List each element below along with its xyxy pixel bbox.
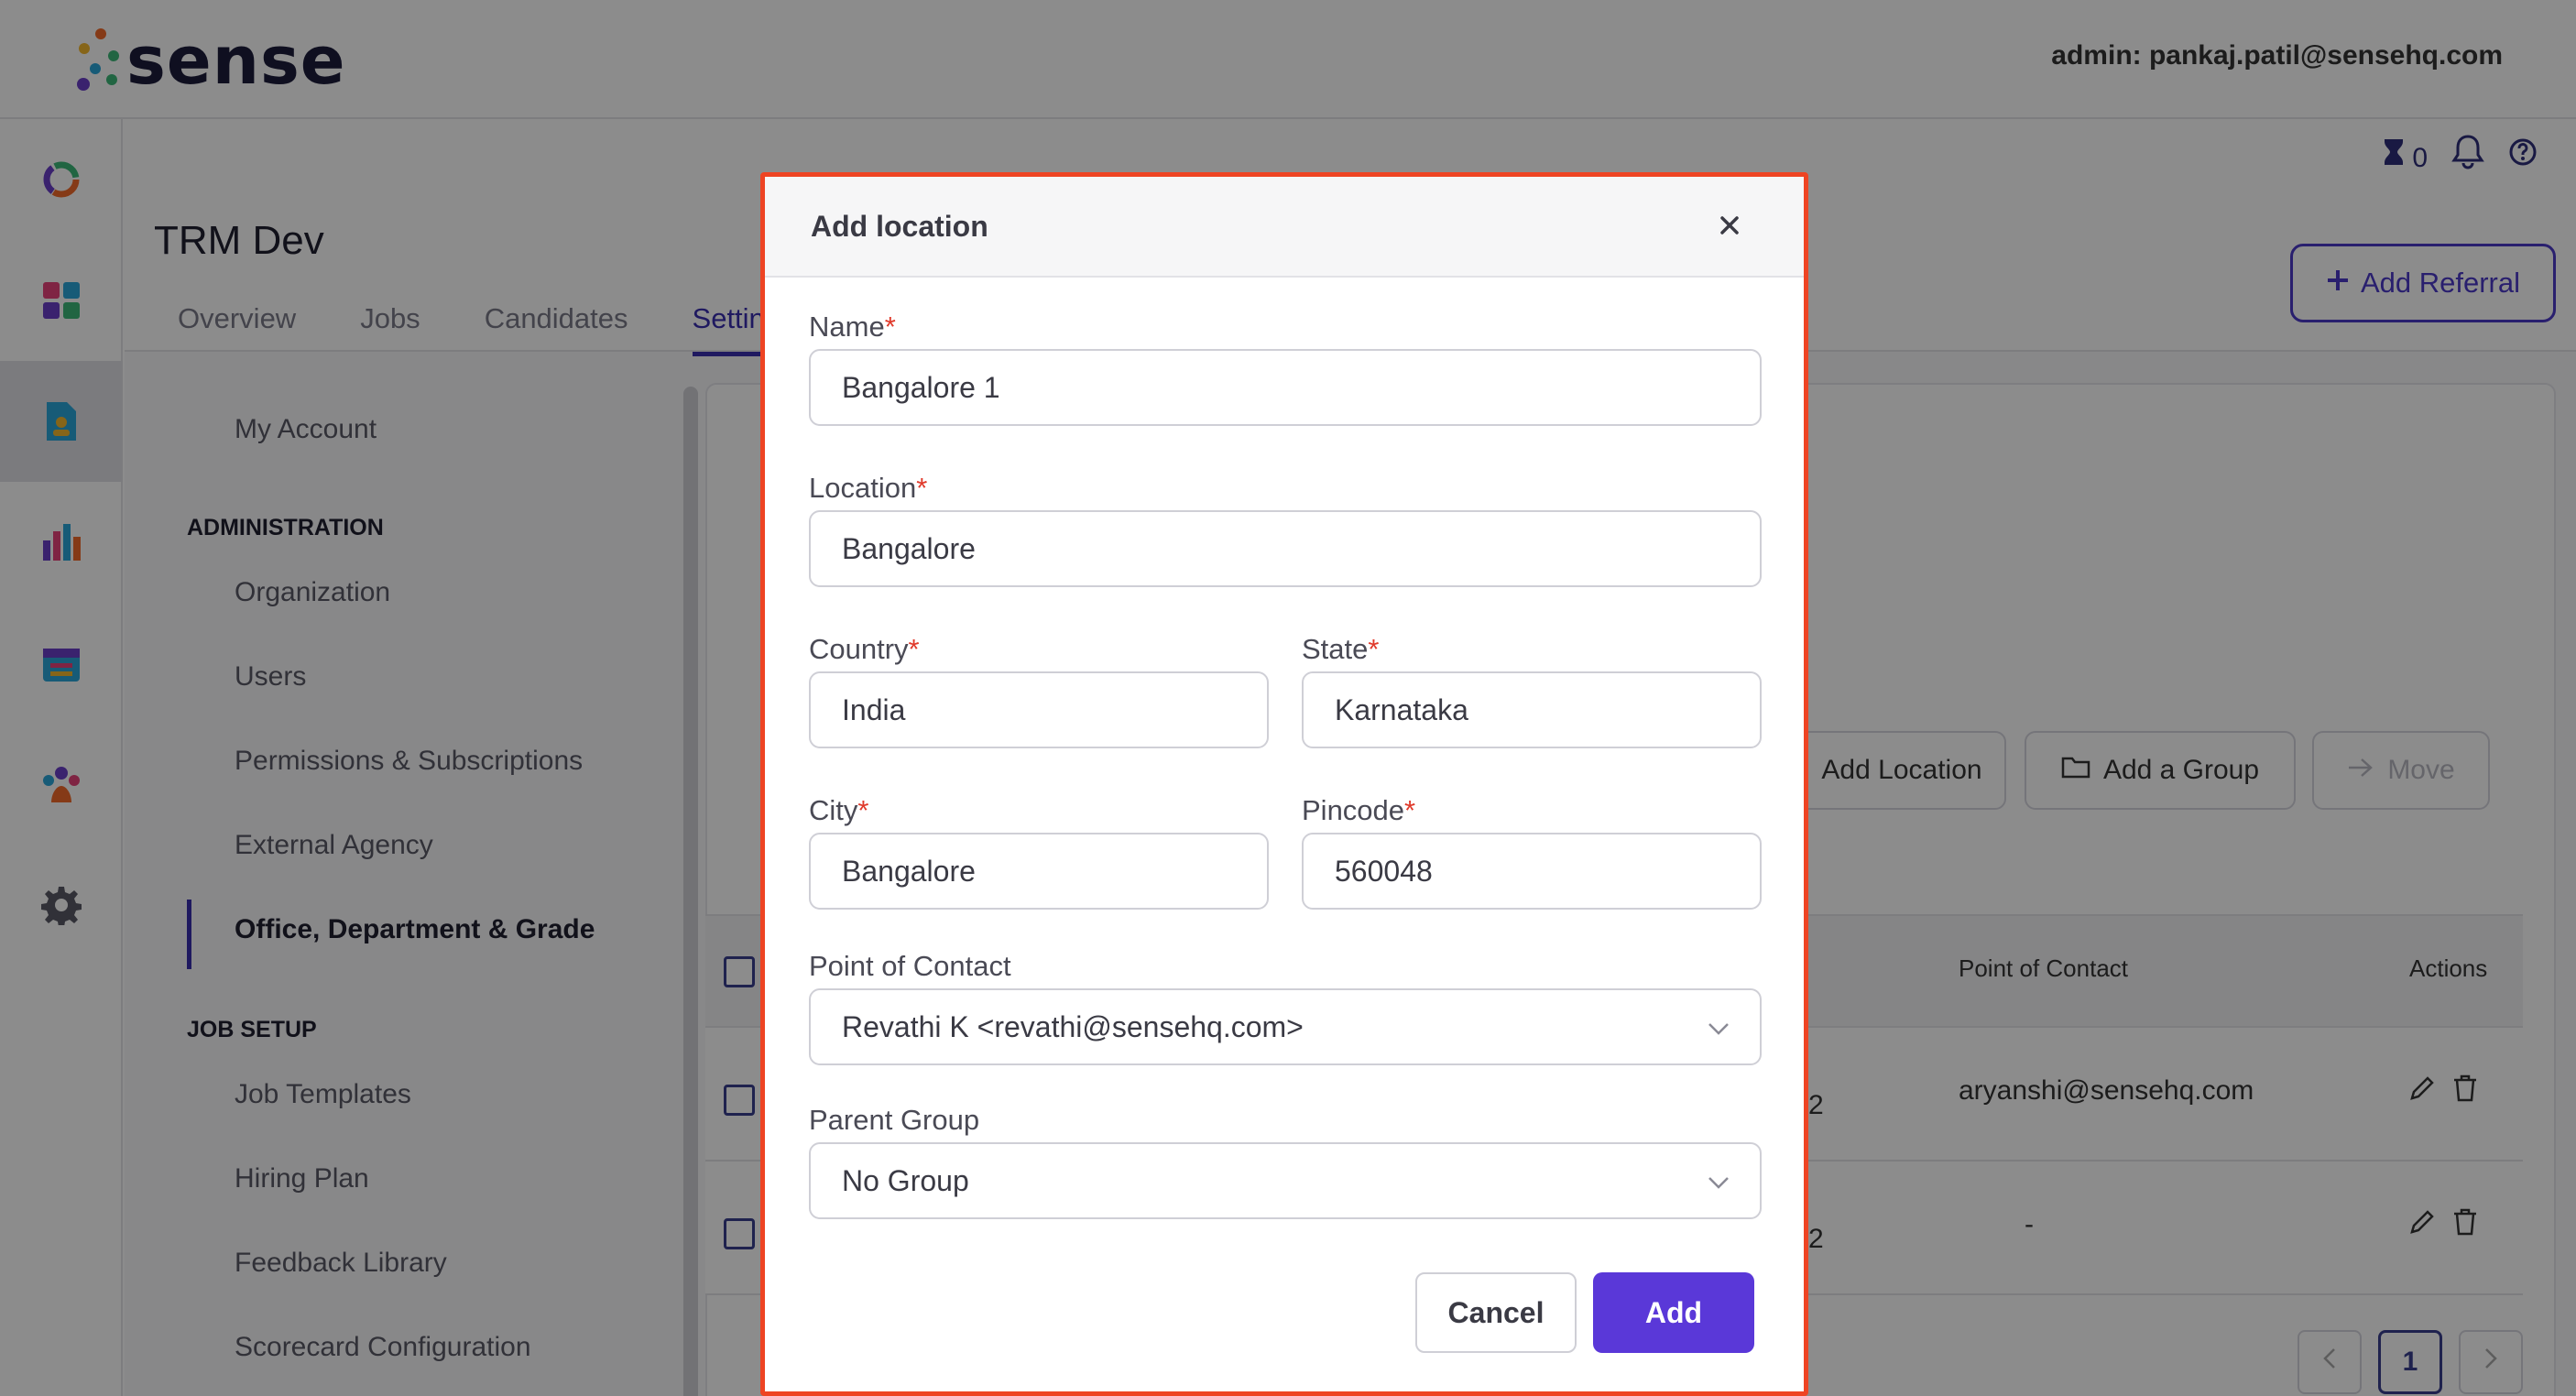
point-of-contact-value: Revathi K <revathi@sensehq.com> bbox=[842, 1009, 1304, 1043]
name-field[interactable]: Bangalore 1 bbox=[809, 349, 1762, 426]
country-field[interactable]: India bbox=[809, 671, 1269, 748]
city-value: Bangalore bbox=[842, 854, 976, 888]
cancel-button[interactable]: Cancel bbox=[1415, 1272, 1577, 1353]
location-field[interactable]: Bangalore bbox=[809, 510, 1762, 587]
parent-group-select[interactable]: No Group bbox=[809, 1142, 1762, 1219]
state-field[interactable]: Karnataka bbox=[1302, 671, 1762, 748]
name-label: Name* bbox=[809, 311, 896, 343]
pincode-label: Pincode* bbox=[1302, 794, 1416, 826]
point-of-contact-select[interactable]: Revathi K <revathi@sensehq.com> bbox=[809, 988, 1762, 1065]
add-location-modal: Add location Name* Bangalore 1 Location*… bbox=[760, 172, 1808, 1396]
close-icon bbox=[1719, 215, 1740, 240]
city-field[interactable]: Bangalore bbox=[809, 833, 1269, 910]
add-button[interactable]: Add bbox=[1593, 1272, 1754, 1353]
state-value: Karnataka bbox=[1335, 693, 1468, 726]
modal-header: Add location bbox=[765, 177, 1804, 278]
chevron-down-icon bbox=[1705, 1015, 1732, 1042]
pincode-value: 560048 bbox=[1335, 854, 1433, 888]
location-label: Location* bbox=[809, 472, 928, 504]
pincode-field[interactable]: 560048 bbox=[1302, 833, 1762, 910]
state-label: State* bbox=[1302, 633, 1380, 665]
name-value: Bangalore 1 bbox=[842, 370, 1000, 404]
point-of-contact-label: Point of Contact bbox=[809, 950, 1011, 982]
parent-group-value: No Group bbox=[842, 1163, 969, 1197]
modal-title: Add location bbox=[811, 210, 988, 243]
country-value: India bbox=[842, 693, 906, 726]
location-value: Bangalore bbox=[842, 531, 976, 565]
chevron-down-icon bbox=[1705, 1169, 1732, 1196]
close-button[interactable] bbox=[1707, 204, 1752, 250]
city-label: City* bbox=[809, 794, 869, 826]
parent-group-label: Parent Group bbox=[809, 1104, 980, 1136]
country-label: Country* bbox=[809, 633, 920, 665]
